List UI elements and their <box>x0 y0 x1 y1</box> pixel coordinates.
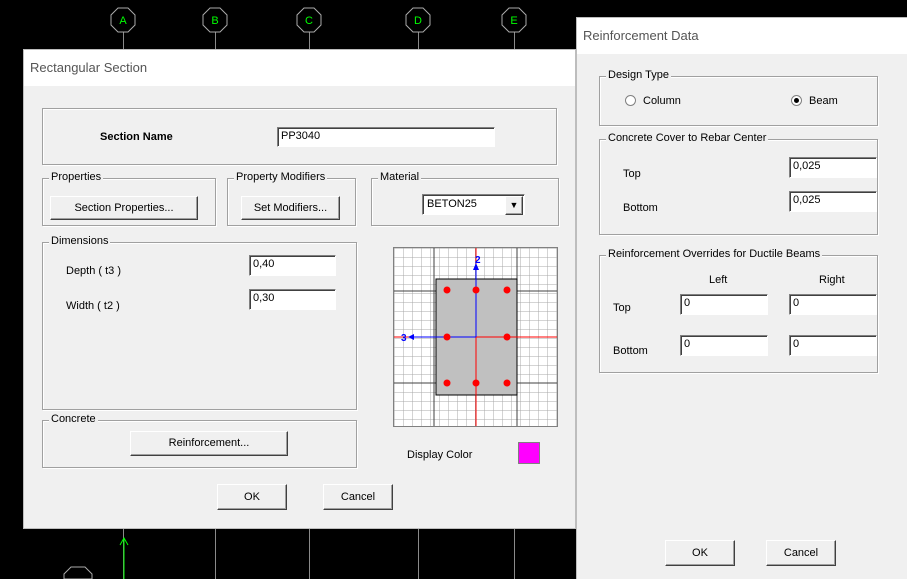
depth-input[interactable]: 0,40 <box>249 255 336 276</box>
section-properties-button[interactable]: Section Properties... <box>50 196 198 220</box>
cancel-button[interactable]: Cancel <box>766 540 836 566</box>
grid-bubble-label: A <box>119 15 127 27</box>
material-value: BETON25 <box>427 198 477 210</box>
grid-bubble-label: E <box>510 15 517 27</box>
dialog-title: Rectangular Section <box>30 60 148 75</box>
dimensions-legend: Dimensions <box>49 235 111 247</box>
grid-bubble-label: D <box>414 15 422 27</box>
grid-bubble-d: D <box>405 7 431 33</box>
grid-bubble-a: A <box>110 7 136 33</box>
width-label: Width ( t2 ) <box>66 300 120 312</box>
title-bar: Reinforcement Data <box>577 18 907 54</box>
reinforcement-data-dialog: Reinforcement Data Design Type Column Be… <box>577 18 907 579</box>
concrete-cover-frame: Concrete Cover to Rebar Center <box>599 132 878 235</box>
title-bar: Rectangular Section <box>24 50 575 86</box>
right-column-header: Right <box>819 274 845 286</box>
depth-label: Depth ( t3 ) <box>66 265 122 277</box>
property-modifiers-legend: Property Modifiers <box>234 171 328 183</box>
grid-bubble-b: B <box>202 7 228 33</box>
reinforcement-overrides-legend: Reinforcement Overrides for Ductile Beam… <box>606 248 823 260</box>
design-type-legend: Design Type <box>606 69 671 81</box>
grid-bubble-label: C <box>305 15 313 27</box>
bottom-right-input[interactable]: 0 <box>789 335 877 356</box>
cover-top-label: Top <box>623 168 641 180</box>
concrete-legend: Concrete <box>49 413 98 425</box>
grid-bubble-c: C <box>296 7 322 33</box>
beam-label[interactable]: Beam <box>809 95 838 107</box>
bottom-grid-bubble-icon <box>63 566 93 579</box>
green-axis-arrow-icon <box>119 536 129 579</box>
grid-bubble-label: B <box>211 15 218 27</box>
reinforcement-button[interactable]: Reinforcement... <box>130 431 288 456</box>
beam-radio[interactable] <box>791 95 802 106</box>
ok-button[interactable]: OK <box>217 484 287 510</box>
grid-bubble-e: E <box>501 7 527 33</box>
axis-2-label: 2 <box>475 255 481 266</box>
cancel-button[interactable]: Cancel <box>323 484 393 510</box>
section-name-input[interactable]: PP3040 <box>277 127 495 147</box>
material-legend: Material <box>378 171 422 183</box>
column-radio[interactable] <box>625 95 636 106</box>
cover-bottom-input[interactable]: 0,025 <box>789 191 877 212</box>
axis-3-label: 3 <box>401 333 407 344</box>
concrete-cover-legend: Concrete Cover to Rebar Center <box>606 132 769 144</box>
override-top-label: Top <box>613 302 631 314</box>
display-color-label: Display Color <box>407 449 473 461</box>
ok-button[interactable]: OK <box>665 540 735 566</box>
material-select[interactable]: BETON25 ▼ <box>422 194 525 215</box>
top-right-input[interactable]: 0 <box>789 294 877 315</box>
top-left-input[interactable]: 0 <box>680 294 768 315</box>
properties-legend: Properties <box>49 171 104 183</box>
display-color-swatch[interactable] <box>518 442 540 464</box>
section-preview: 2 3 <box>393 247 558 427</box>
section-preview-drawing: 2 3 <box>394 248 557 426</box>
cover-top-input[interactable]: 0,025 <box>789 157 877 178</box>
bottom-left-input[interactable]: 0 <box>680 335 768 356</box>
width-input[interactable]: 0,30 <box>249 289 336 310</box>
cover-bottom-label: Bottom <box>623 202 658 214</box>
column-label[interactable]: Column <box>643 95 681 107</box>
dropdown-arrow-icon[interactable]: ▼ <box>505 196 523 215</box>
left-column-header: Left <box>709 274 728 286</box>
rectangular-section-dialog: Rectangular Section Section Name PP3040 … <box>24 50 575 528</box>
section-name-label: Section Name <box>100 131 173 143</box>
dialog-title: Reinforcement Data <box>583 28 699 43</box>
override-bottom-label: Bottom <box>613 345 648 357</box>
set-modifiers-button[interactable]: Set Modifiers... <box>241 196 340 220</box>
